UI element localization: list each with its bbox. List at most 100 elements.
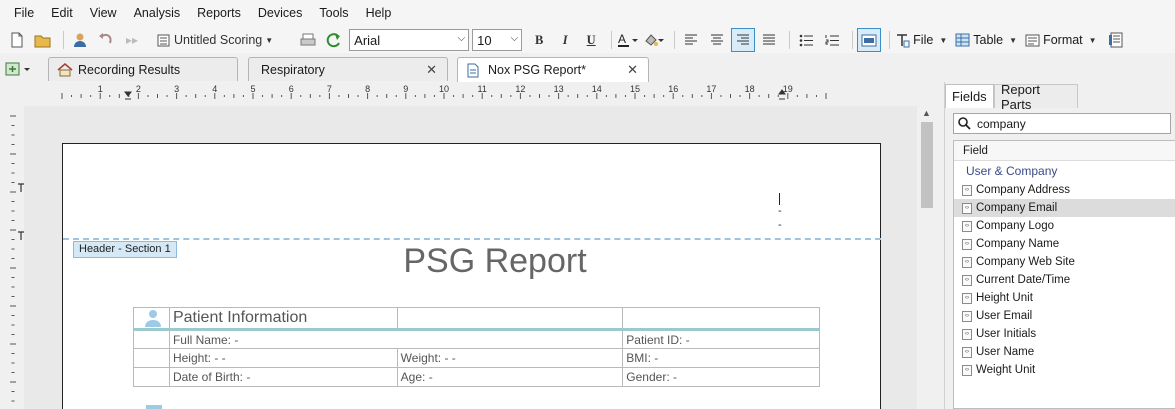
field-item[interactable]: ‹› Current Date/Time: [954, 271, 1175, 289]
table-cell[interactable]: Weight: - -: [396, 348, 624, 368]
font-color-icon[interactable]: A: [617, 29, 639, 51]
file-menu-button[interactable]: File ▼: [895, 33, 947, 48]
table-cell: [133, 367, 170, 387]
report-title[interactable]: PSG Report: [300, 242, 690, 281]
field-item[interactable]: ‹› Weight Unit: [954, 361, 1175, 379]
scroll-up-icon[interactable]: ▲: [922, 108, 931, 118]
menu-reports[interactable]: Reports: [191, 0, 247, 27]
table-cell[interactable]: Age: -: [396, 367, 624, 387]
person-icon: [144, 310, 161, 327]
ruler-number: 7: [327, 84, 332, 94]
field-item[interactable]: ‹› User Name: [954, 343, 1175, 361]
ruler-number: 4: [212, 84, 217, 94]
tab-respiratory[interactable]: Respiratory ✕: [248, 57, 448, 81]
scrollbar-thumb[interactable]: [921, 122, 933, 208]
numbered-list-icon[interactable]: [821, 29, 843, 51]
field-label: Company Address: [976, 184, 1070, 196]
field-search-box[interactable]: [953, 113, 1171, 134]
table-header-row: Patient Information: [133, 307, 820, 331]
field-item[interactable]: ‹› User Email: [954, 307, 1175, 325]
format-menu-button[interactable]: Format ▼: [1025, 33, 1097, 47]
horizontal-ruler[interactable]: 1 2 3 4 5 6 7 8 9 10 11 12 13 14 15 16 17 18 19: [24, 82, 940, 106]
undo-icon[interactable]: [95, 29, 117, 51]
bold-button[interactable]: B: [528, 29, 550, 51]
field-label: User Name: [976, 346, 1035, 358]
field-item[interactable]: ‹› Company Logo: [954, 217, 1175, 235]
new-document-icon[interactable]: [6, 29, 28, 51]
ruler-scale: 1 2 3 4 5 6 7 8 9 10 11 12 13 14 15 16 17 18 19: [61, 84, 827, 100]
document-tab-bar: Recording Results Respiratory ✕ Nox PSG …: [0, 55, 940, 82]
font-name-select[interactable]: Arial ⌵: [349, 29, 470, 51]
table-menu-button[interactable]: Table ▼: [955, 33, 1017, 47]
field-item[interactable]: ‹› Company Name: [954, 235, 1175, 253]
align-right-icon[interactable]: [731, 28, 756, 52]
fill-color-icon[interactable]: [643, 29, 665, 51]
field-group-user-company[interactable]: User & Company: [954, 161, 1175, 181]
align-center-icon[interactable]: [706, 29, 728, 51]
field-item[interactable]: ‹› User Initials: [954, 325, 1175, 343]
table-cell[interactable]: [622, 307, 820, 331]
table-cell[interactable]: [396, 307, 624, 331]
table-cell[interactable]: Patient ID: -: [622, 329, 820, 349]
patient-information-table[interactable]: Patient Information Full Name: - Patient…: [133, 307, 820, 387]
open-folder-icon[interactable]: [32, 29, 54, 51]
table-cell[interactable]: Gender: -: [622, 367, 820, 387]
menu-tools[interactable]: Tools: [313, 0, 354, 27]
refresh-icon[interactable]: [323, 29, 345, 51]
ruler-number: 11: [478, 84, 487, 94]
vertical-scrollbar[interactable]: ▲: [917, 106, 937, 409]
italic-button[interactable]: I: [554, 29, 576, 51]
report-settings-icon[interactable]: [1105, 29, 1127, 51]
field-item[interactable]: ‹› Company Email: [954, 199, 1175, 217]
left-indent-marker[interactable]: [124, 91, 132, 100]
ruler-number: 6: [289, 84, 294, 94]
ruler-number: 1: [98, 84, 103, 94]
field-icon: ‹›: [962, 238, 972, 250]
page-layout-icon[interactable]: [857, 28, 882, 52]
field-label: Company Name: [976, 238, 1060, 250]
tab-fields[interactable]: Fields: [945, 84, 994, 108]
menu-file[interactable]: File: [8, 0, 40, 27]
patient-icon[interactable]: [69, 29, 91, 51]
field-column-header[interactable]: Field: [954, 141, 1175, 161]
tab-report-parts[interactable]: Report Parts: [994, 82, 1078, 112]
section-tag[interactable]: Header - Section 1: [73, 241, 177, 258]
table-cell[interactable]: Full Name: -: [168, 329, 624, 349]
field-icon: ‹›: [962, 220, 972, 232]
close-icon[interactable]: ✕: [627, 62, 638, 78]
field-list[interactable]: Field User & Company ‹› Company Address ‹›…: [953, 140, 1175, 409]
bullet-list-icon[interactable]: [795, 29, 817, 51]
panel-tabs: Fields Report Parts: [945, 82, 1175, 112]
tab-recording-results[interactable]: Recording Results: [48, 57, 238, 81]
field-item[interactable]: ‹› Company Address: [954, 181, 1175, 199]
new-tab-icon[interactable]: [5, 58, 33, 80]
table-cell[interactable]: Date of Birth: -: [168, 367, 398, 387]
forward-icon[interactable]: ▸▸: [121, 29, 143, 51]
ruler-number: 16: [668, 84, 678, 94]
toolbar-separator: [63, 31, 64, 49]
field-search-input[interactable]: [977, 116, 1157, 131]
justify-icon[interactable]: [758, 29, 780, 51]
vertical-ruler[interactable]: [0, 106, 24, 409]
field-item[interactable]: ‹› Height Unit: [954, 289, 1175, 307]
menu-edit[interactable]: Edit: [45, 0, 79, 27]
table-cell[interactable]: Height: - -: [168, 348, 398, 368]
close-icon[interactable]: ✕: [426, 62, 437, 78]
field-icon: ‹›: [962, 184, 972, 196]
font-size-select[interactable]: 10 ⌵: [472, 29, 523, 51]
ruler-number: 3: [174, 84, 179, 94]
menu-devices[interactable]: Devices: [252, 0, 308, 27]
table-cell[interactable]: BMI: -: [622, 348, 820, 368]
align-left-icon[interactable]: [680, 29, 702, 51]
field-label: User Email: [976, 310, 1033, 322]
format-icon: [1025, 34, 1040, 46]
underline-button[interactable]: U: [580, 29, 602, 51]
menu-help[interactable]: Help: [360, 0, 398, 27]
tab-nox-psg-report[interactable]: Nox PSG Report* ✕: [457, 57, 649, 82]
table-heading[interactable]: Patient Information: [168, 307, 398, 331]
print-icon[interactable]: [297, 29, 319, 51]
field-item[interactable]: ‹› Company Web Site: [954, 253, 1175, 271]
menu-analysis[interactable]: Analysis: [128, 0, 187, 27]
menu-view[interactable]: View: [84, 0, 123, 27]
scoring-dropdown[interactable]: Untitled Scoring ▼: [157, 29, 273, 51]
